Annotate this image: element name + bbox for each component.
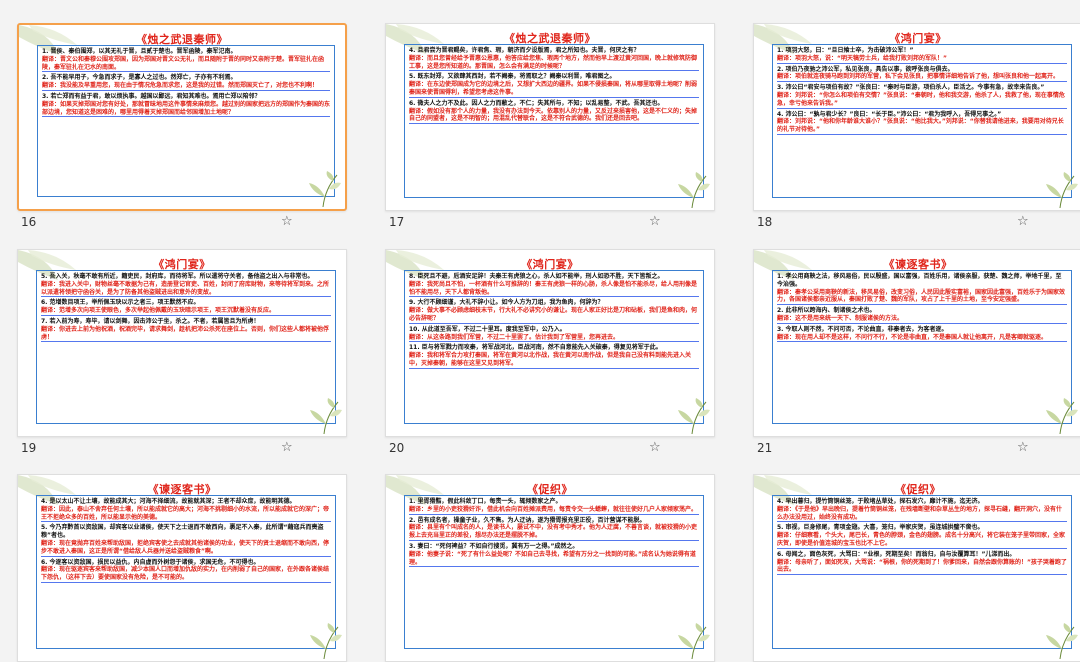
plant-decoration-icon <box>1040 398 1080 435</box>
source-sentence: 3. 妻曰：“死何裨益？不如自行搜觅，冀有万一之得。”成然之。 <box>409 542 579 550</box>
translation-text: 翻译：他妻子说：“死了有什么益处呢？不如自己去寻找，希望有万分之一找到的可能。”… <box>409 551 699 568</box>
slide-thumbnail[interactable]: 《谏逐客书》 4. 是以太山不让土壤，故能成其大；河海不择细流，故能就其深；王者不… <box>17 474 347 662</box>
source-sentence: 3. 沛公曰“君安与项伯有故？”张良曰：“秦时与臣游，项伯杀人，臣活之。今事有急… <box>777 84 1045 92</box>
source-sentence: 4. 且君尝为晋君赐矣，许君焦、瑕，朝济而夕设版焉，君之所知也。夫晋，何厌之有？ <box>409 47 640 54</box>
slide-preview[interactable]: 《鸿门宴》 1. 项羽大怒，曰：“旦日飨士卒，为击破沛公军！” 翻译：项羽大怒，说：… <box>753 23 1080 211</box>
plant-decoration-icon <box>672 623 712 660</box>
slide-thumbnail[interactable]: 《鸿门宴》 5. 吾入关，秋毫不敢有所近，籍吏民，封府库，而待将军。所以遣将守关者… <box>17 249 347 455</box>
favorite-star-icon[interactable]: ☆ <box>281 440 293 455</box>
plant-decoration-icon <box>672 398 712 435</box>
translation-text: 翻译：《于是他》早出晚归，提着竹筒铜丝笼，在残墙断壁和杂草丛生的地方，探寻石缝，… <box>777 506 1067 523</box>
plant-decoration-icon <box>1040 623 1080 660</box>
translation-text: 翻译：做大事不必顾虑细枝末节，行大礼不必讲究小的谦让。现在人家正好比是刀和砧板，… <box>409 307 699 324</box>
translation-text: 翻译：我死尚且不怕，一杯酒有什么可推辞的！秦王有虎狼一样的心肠，杀人像是怕不能杀… <box>409 280 699 298</box>
source-sentence: 1. 项羽大怒，曰：“旦日飨士卒，为击破沛公军！” <box>777 47 914 54</box>
translation-text: 翻译：你进去上前为他祝酒，祝酒完毕，请求舞剑，趁机把沛公杀死在座位上。否则，你们… <box>41 325 331 343</box>
slide-preview[interactable]: 《促织》 1. 里胥猾黠，假此科敛丁口，每责一头，辄倾数家之产。 翻译：乡里的小吏狡… <box>385 474 715 662</box>
slide-number: 20 <box>389 441 405 455</box>
translation-text: 翻译：县里有个叫成名的人，是读书人，屡试不中，没有考中秀才。他为人迂腐，不善言谈… <box>409 524 699 541</box>
favorite-star-icon[interactable]: ☆ <box>649 214 661 229</box>
favorite-star-icon[interactable]: ☆ <box>649 440 661 455</box>
source-sentence: 2. 此非所以跨海内、制诸侯之术也。 <box>777 307 876 315</box>
slide-preview[interactable]: 《鸿门宴》 5. 吾入关，秋毫不敢有所近，籍吏民，封府库，而待将军。所以遣将守关者… <box>17 249 347 437</box>
favorite-star-icon[interactable]: ☆ <box>281 214 293 229</box>
translation-text: 翻译：这不是用来统一天下、制服诸侯的方法。 <box>777 315 1067 324</box>
slide-number: 19 <box>21 441 37 455</box>
translation-text: 翻译：母亲听了，面如死灰，大骂说：“祸根，你的死期到了！你爹回来，自然会跟你算账… <box>777 558 1067 576</box>
translation-text: 翻译：现在用人却不是这样，不问行不行，不论是非曲直，不是秦国人就让他离开，凡是客… <box>777 334 1067 343</box>
translation-text: 翻译：刘邦说：“你怎么和项伯有交情？”张良说：“秦朝时，他和我交游，他杀了人，我… <box>777 92 1067 109</box>
plant-decoration-icon <box>303 171 343 208</box>
slide-thumbnail[interactable]: 《鸿门宴》 8. 臣死且不避，卮酒安足辞！夫秦王有虎狼之心，杀人如不能举，刑人如恐… <box>385 249 715 455</box>
translation-text: 翻译：而且您曾经给予晋惠公恩惠，他答应给您焦、瑕两个地方，然而他早上渡过黄河回国… <box>409 54 699 72</box>
slide-number: 16 <box>21 215 37 229</box>
slide-number: 21 <box>757 441 773 455</box>
slide-thumbnail[interactable]: 《促织》 1. 里胥猾黠，假此科敛丁口，每责一头，辄倾数家之产。 翻译：乡里的小吏狡… <box>385 474 715 662</box>
slide-number: 18 <box>757 215 773 229</box>
slide-thumbnail[interactable]: 《鸿门宴》 1. 项羽大怒，曰：“旦日飨士卒，为击破沛公军！” 翻译：项羽大怒，说：… <box>753 23 1080 229</box>
source-sentence: 5. 今乃弃黔首以资敌国，却宾客以业诸侯，使天下之士退而不敢西向，裹足不入秦，此… <box>41 524 324 540</box>
slide-content-box: 1. 项羽大怒，曰：“旦日飨士卒，为击破沛公军！” 翻译：项羽大怒，说：“明天犒劳… <box>772 44 1072 198</box>
translation-text: 翻译：我进入关中，财物丝毫不敢据为己有，造册登记官吏、百姓，封闭了府库财物，来等… <box>41 280 331 298</box>
slide-thumbnail-grid: 《烛之武退秦师》 1. 晋侯、秦伯围郑，以其无礼于晋，且贰于楚也。晋军函陵，秦军氾… <box>0 0 1080 662</box>
translation-text: 翻译：假如没有那个人的力量，我没有办法到今天。依靠别人的力量，又反过来损害他，这… <box>409 107 699 125</box>
source-sentence: 10. 从此道至吾军，不过二十里耳。度我至军中，公乃入。 <box>409 325 566 333</box>
translation-text: 翻译：我没能及早重用您，现在由于情况危急而求您，这是我的过错。然而郑国灭亡了，对… <box>42 82 330 91</box>
translation-text: 翻译：项伯就连夜骑马跑到刘邦的军营，私下会见张良，把事情详细地告诉了他，想叫张良… <box>777 73 1067 83</box>
translation-text: 翻译：项羽大怒，说：“明天犒劳士兵，给我打败刘邦的军队！” <box>777 55 1067 64</box>
slide-content-box: 4. 是以太山不让土壤，故能成其大；河海不择细流，故能就其深；王者不却众庶，故能… <box>36 495 336 649</box>
translation-text: 翻译：乡里的小吏狡猾奸诈，借此机会向百姓摊派费用，每责令交一头蟋蟀，就往往使好几… <box>409 505 699 515</box>
slide-thumbnail[interactable]: 《烛之武退秦师》 1. 晋侯、秦伯围郑，以其无礼于晋，且贰于楚也。晋军函陵，秦军氾… <box>17 23 347 229</box>
slide-preview[interactable]: 《谏逐客书》 4. 是以太山不让土壤，故能成其大；河海不择细流，故能就其深；王者不… <box>17 474 347 662</box>
source-sentence: 11. 臣与将军戮力而攻秦，将军战河北，臣战河南，然不自意能先入关破秦，得复见将… <box>409 344 662 352</box>
source-sentence: 4. 是以太山不让土壤，故能成其大；河海不择细流，故能就其深；王者不却众庶，故能… <box>41 498 296 505</box>
slide-content-box: 4. 且君尝为晋君赐矣，许君焦、瑕，朝济而夕设版焉，君之所知也。夫晋，何厌之有？… <box>404 44 704 198</box>
slide-content-box: 5. 吾入关，秋毫不敢有所近，籍吏民，封府库，而待将军。所以遣将守关者，备他盗之… <box>36 270 336 424</box>
slide-content-box: 8. 臣死且不避，卮酒安足辞！夫秦王有虎狼之心，杀人如不能举，刑人如恐不胜，天下… <box>404 270 704 424</box>
source-sentence: 8. 臣死且不避，卮酒安足辞！夫秦王有虎狼之心，杀人如不能举，刑人如恐不胜，天下… <box>409 273 664 280</box>
source-sentence: 1. 里胥猾黠，假此科敛丁口，每责一头，辄倾数家之产。 <box>409 498 562 505</box>
translation-text: 翻译：晋文公和秦穆公围攻郑国，因为郑国对晋文公无礼，而且随附于晋的同时又亲附于楚… <box>42 56 330 73</box>
slide-preview[interactable]: 《促织》 4. 早出暮归，提竹筒铜丝笼，于败堵丛草处，探石发穴，靡计不施，迄无济。… <box>753 474 1080 662</box>
slide-content-box: 1. 晋侯、秦伯围郑，以其无礼于晋，且贰于楚也。晋军函陵，秦军氾南。 翻译：晋文公… <box>37 45 335 197</box>
source-sentence: 1. 孝公用商鞅之法，移风易俗，民以殷盛，国以富强，百姓乐用，诸侯亲服，获楚、魏… <box>777 273 1062 288</box>
favorite-star-icon[interactable]: ☆ <box>1017 214 1029 229</box>
slide-thumbnail[interactable]: 《促织》 4. 早出暮归，提竹筒铜丝笼，于败堵丛草处，探石发穴，靡计不施，迄无济。… <box>753 474 1080 662</box>
source-sentence: 6. 微夫人之力不及此。因人之力而敝之，不仁；失其所与，不知；以乱易整，不武。吾… <box>409 99 664 107</box>
plant-decoration-icon <box>304 398 344 435</box>
plant-decoration-icon <box>1040 172 1080 209</box>
slide-thumbnail[interactable]: 《谏逐客书》 1. 孝公用商鞅之法，移风易俗，民以殷盛，国以富强，百姓乐用，诸侯亲… <box>753 249 1080 455</box>
slide-content-box: 1. 里胥猾黠，假此科敛丁口，每责一头，辄倾数家之产。 翻译：乡里的小吏狡猾奸诈，… <box>404 495 704 649</box>
source-sentence: 6. 母闻之，面色灰死，大骂曰：“业根，死期至矣！而翁归，自与汝覆算耳！”儿涕而… <box>777 550 1016 558</box>
translation-text: 翻译：秦孝公采用商鞅的新法，移风易俗，改变习俗，人民因此殷实富裕，国家因此富强，… <box>777 288 1067 306</box>
slide-content-box: 4. 早出暮归，提竹筒铜丝笼，于败堵丛草处，探石发穴，靡计不施，迄无济。 翻译：《… <box>772 495 1072 649</box>
slide-preview[interactable]: 《烛之武退秦师》 1. 晋侯、秦伯围郑，以其无礼于晋，且贰于楚也。晋军函陵，秦军氾… <box>17 23 347 211</box>
translation-text: 翻译：刘邦说：“他和你年龄谁大谁小？”张良说：“他比我大。”刘邦说：“你替我请他… <box>777 118 1067 135</box>
translation-text: 翻译：范增多次向项王使眼色，多次举起他佩戴的玉玦暗示项王，项王沉默着没有反应。 <box>41 307 331 316</box>
translation-text: 翻译：现在驱逐宾客来帮助敌国，减少本国人口而增加仇敌的实力，在内削弱了自己的国家… <box>41 566 331 583</box>
translation-text: 翻译：因此，泰山不舍弃任何土壤，所以能成就它的高大；河海不挑剔细小的水流，所以能… <box>41 505 331 523</box>
slide-preview[interactable]: 《烛之武退秦师》 4. 且君尝为晋君赐矣，许君焦、瑕，朝济而夕设版焉，君之所知也。… <box>385 23 715 211</box>
source-sentence: 3. 若亡郑而有益于君，敢以烦执事。越国以鄙远，君知其难也。焉用亡郑以陪邻？ <box>42 92 261 100</box>
source-sentence: 5. 吾入关，秋毫不敢有所近，籍吏民，封府库，而待将军。所以遣将守关者，备他盗之… <box>41 273 314 280</box>
slide-thumbnail[interactable]: 《烛之武退秦师》 4. 且君尝为晋君赐矣，许君焦、瑕，朝济而夕设版焉，君之所知也。… <box>385 23 715 229</box>
translation-text: 翻译：如果灭掉郑国对您有好处，那就冒昧地用这件事情来麻烦您。越过别的国家把远方的… <box>42 100 331 118</box>
translation-text: 翻译：从这条路到我们军营，不过二十里罢了。估计我到了军营里，您再进去。 <box>409 334 699 343</box>
plant-decoration-icon <box>304 623 344 660</box>
source-sentence: 1. 晋侯、秦伯围郑，以其无礼于晋，且贰于楚也。晋军函陵，秦军氾南。 <box>42 48 237 55</box>
translation-text: 翻译：在东边使郑国成为它的边境之后，又想扩大西边的疆界。如果不侵损秦国，将从哪里… <box>409 81 699 98</box>
translation-text: 翻译：我和将军合力攻打秦国，将军在黄河以北作战，我在黄河以南作战，但是我自己没有… <box>409 352 699 369</box>
translation-text: 翻译：仔细察看，个头大，尾巴长，青色的脖颈，金色的翅膀。成名十分高兴，将它装在笼… <box>777 532 1067 549</box>
slide-preview[interactable]: 《鸿门宴》 8. 臣死且不避，卮酒安足辞！夫秦王有虎狼之心，杀人如不能举，刑人如恐… <box>385 249 715 437</box>
translation-text: 翻译：现在竟抛弃百姓来帮助敌国，拒绝宾客使之去成就其他诸侯的功业，使天下的贤士退… <box>41 539 331 557</box>
slide-preview[interactable]: 《谏逐客书》 1. 孝公用商鞅之法，移风易俗，民以殷盛，国以富强，百姓乐用，诸侯亲… <box>753 249 1080 437</box>
source-sentence: 7. 若入前为寿，寿毕，请以剑舞，因击沛公于坐，杀之。不者，若属皆且为所虏！ <box>41 317 260 325</box>
slide-number: 17 <box>389 215 405 229</box>
slide-content-box: 1. 孝公用商鞅之法，移风易俗，民以殷盛，国以富强，百姓乐用，诸侯亲服，获楚、魏… <box>772 270 1072 424</box>
source-sentence: 4. 早出暮归，提竹筒铜丝笼，于败堵丛草处，探石发穴，靡计不施，迄无济。 <box>777 498 984 505</box>
favorite-star-icon[interactable]: ☆ <box>1017 440 1029 455</box>
source-sentence: 3. 今取人则不然，不问可否，不论曲直，非秦者去，为客者逐。 <box>777 325 948 333</box>
plant-decoration-icon <box>672 172 712 209</box>
